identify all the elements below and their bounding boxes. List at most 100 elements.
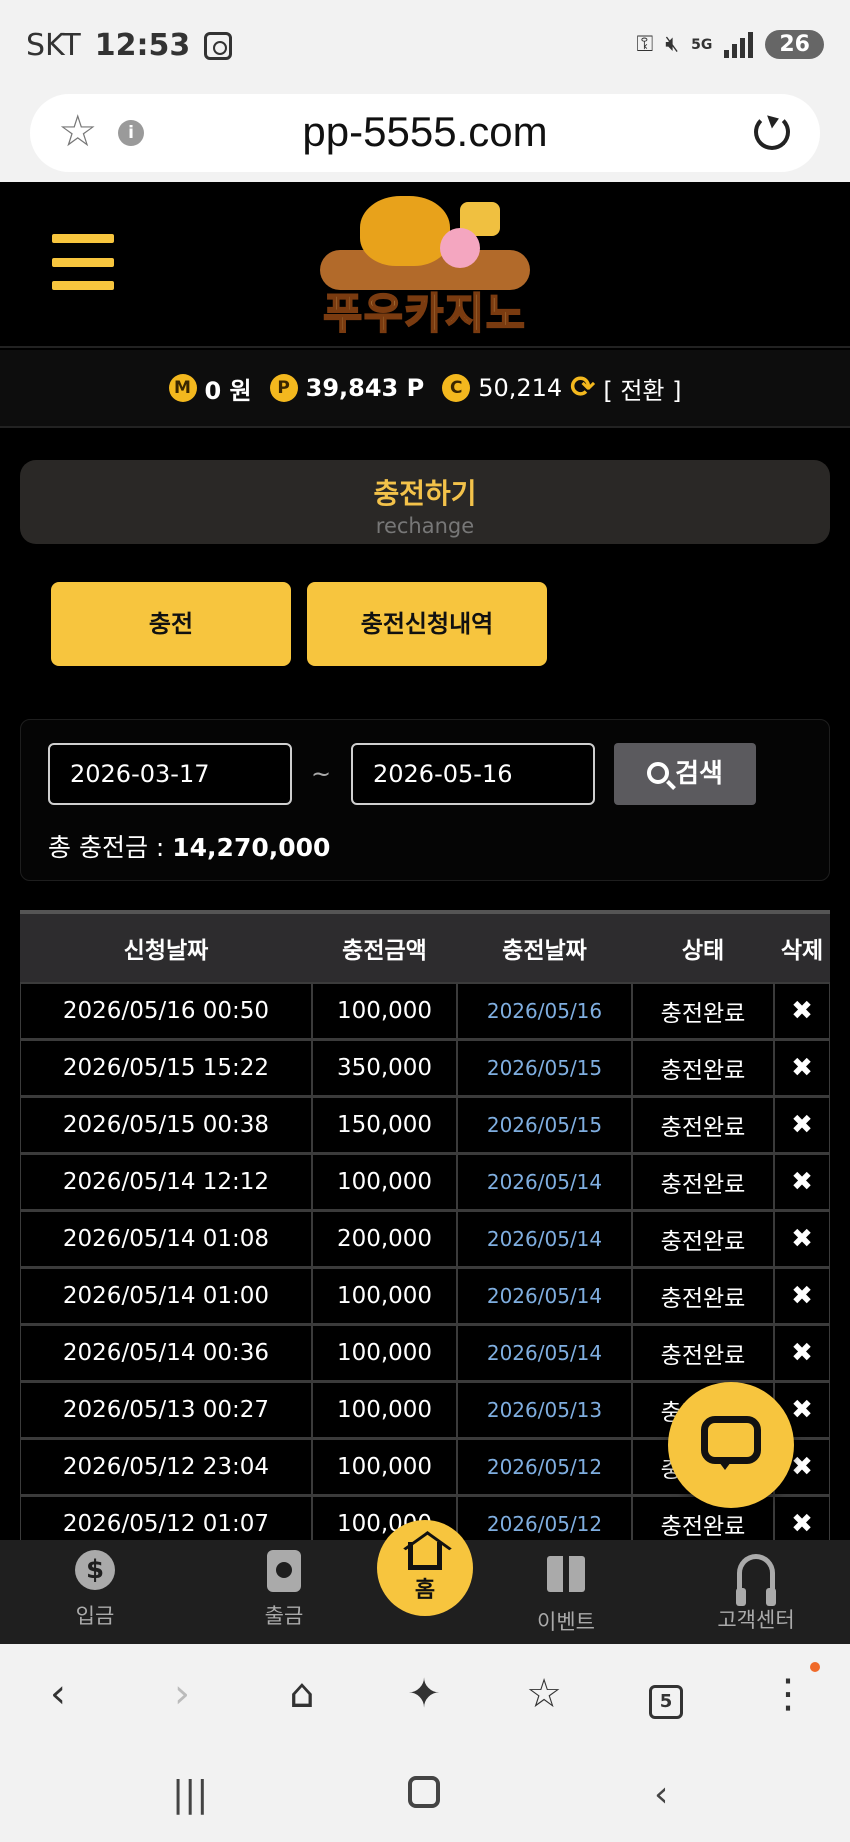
dollar-icon: $: [75, 1550, 115, 1590]
cell-amount: 350,000: [312, 1039, 457, 1096]
signal-icon: [724, 31, 754, 58]
delete-icon[interactable]: ✖: [774, 1153, 830, 1210]
system-home-icon[interactable]: [408, 1776, 440, 1808]
status-bar: SKT 12:53 ⚿ 🔇︎ 5G 26: [0, 0, 850, 94]
cell-request-date: 2026/05/16 00:50: [20, 982, 312, 1039]
status-left: SKT 12:53: [26, 28, 233, 63]
cell-request-date: 2026/05/14 00:36: [20, 1324, 312, 1381]
swap-icon[interactable]: ⟳: [570, 373, 595, 403]
table-row: 2026/05/14 12:12 100,000 2026/05/14 충전완료 ✖: [20, 1153, 830, 1210]
nav-deposit-label: 입금: [75, 1604, 115, 1628]
table-row: 2026/05/15 00:38 150,000 2026/05/15 충전완료 ✖: [20, 1096, 830, 1153]
reload-icon[interactable]: [754, 114, 790, 150]
address-bar[interactable]: ☆ i pp-5555.com: [30, 94, 820, 172]
system-back-icon[interactable]: ‹: [654, 1774, 668, 1815]
headset-icon: [736, 1554, 776, 1606]
cell-status: 충전완료: [632, 1324, 774, 1381]
notification-dot: [810, 1662, 820, 1672]
chat-bubble-icon: [701, 1416, 761, 1464]
start-date-input[interactable]: 2026-03-17: [48, 743, 292, 805]
gift-icon: [547, 1556, 585, 1592]
delete-icon[interactable]: ✖: [774, 1267, 830, 1324]
cell-charge-date: 2026/05/15: [457, 1096, 632, 1153]
point-value: 39,843 P: [305, 374, 425, 402]
cell-status: 충전완료: [632, 1153, 774, 1210]
sparkle-icon[interactable]: ✦: [394, 1674, 454, 1714]
cell-request-date: 2026/05/14 12:12: [20, 1153, 312, 1210]
total-charge-label: 총 충전금 :: [48, 833, 173, 862]
carrier-label: SKT: [26, 28, 81, 63]
page-subtitle: rechange: [375, 514, 475, 538]
delete-icon[interactable]: ✖: [774, 1210, 830, 1267]
cell-charge-date: 2026/05/12: [457, 1495, 632, 1540]
cell-amount: 100,000: [312, 1267, 457, 1324]
key-icon: ⚿: [636, 32, 654, 57]
cell-charge-date: 2026/05/14: [457, 1267, 632, 1324]
nav-home[interactable]: 홈: [377, 1520, 473, 1616]
table-row: 2026/05/16 00:50 100,000 2026/05/16 충전완료 ✖: [20, 982, 830, 1039]
balance-bar: M 0 원 P 39,843 P C 50,214 ⟳ [ 전환 ]: [0, 350, 850, 428]
money-balance: M 0 원: [168, 371, 252, 406]
end-date-input[interactable]: 2026-05-16: [351, 743, 595, 805]
cell-request-date: 2026/05/14 01:00: [20, 1267, 312, 1324]
cell-charge-date: 2026/05/16: [457, 982, 632, 1039]
nav-event[interactable]: 이벤트: [506, 1550, 626, 1636]
delete-icon[interactable]: ✖: [774, 1495, 830, 1540]
chat-bubble-tail: [716, 1458, 734, 1479]
nav-deposit[interactable]: $ 입금: [35, 1550, 155, 1630]
total-charge: 총 충전금 : 14,270,000: [48, 828, 330, 864]
search-button[interactable]: 검색: [614, 743, 756, 805]
header-amount: 충전금액: [312, 910, 457, 982]
cell-amount: 100,000: [312, 1324, 457, 1381]
tabs-icon[interactable]: 5: [636, 1674, 696, 1719]
casino-coin-icon: C: [442, 374, 471, 402]
url-text[interactable]: pp-5555.com: [30, 108, 820, 156]
header-charge-date: 충전날짜: [457, 910, 632, 982]
status-right: ⚿ 🔇︎ 5G 26: [637, 30, 824, 59]
menu-hamburger-icon[interactable]: [52, 234, 114, 290]
table-row: 2026/05/15 15:22 350,000 2026/05/15 충전완료 ✖: [20, 1039, 830, 1096]
cell-charge-date: 2026/05/14: [457, 1210, 632, 1267]
cell-charge-date: 2026/05/14: [457, 1324, 632, 1381]
delete-icon[interactable]: ✖: [774, 1039, 830, 1096]
page-title: 충전하기: [373, 477, 477, 510]
tab-charge-history[interactable]: 충전신청내역: [307, 582, 547, 666]
delete-icon[interactable]: ✖: [774, 982, 830, 1039]
cell-request-date: 2026/05/14 01:08: [20, 1210, 312, 1267]
tab-count: 5: [649, 1685, 683, 1719]
forward-icon[interactable]: ›: [152, 1674, 212, 1714]
tab-charge[interactable]: 충전: [51, 582, 291, 666]
nav-withdraw[interactable]: 출금: [224, 1550, 344, 1630]
bookmarks-star-icon[interactable]: ☆: [514, 1674, 574, 1714]
back-icon[interactable]: ‹: [28, 1674, 88, 1714]
total-charge-value: 14,270,000: [172, 833, 331, 862]
delete-icon[interactable]: ✖: [774, 1096, 830, 1153]
date-search-panel: 2026-03-17 ~ 2026-05-16 검색 총 충전금 : 14,27…: [20, 719, 830, 881]
cell-charge-date: 2026/05/13: [457, 1381, 632, 1438]
cell-request-date: 2026/05/15 15:22: [20, 1039, 312, 1096]
header-request-date: 신청날짜: [20, 910, 312, 982]
screen-record-icon: [204, 31, 233, 60]
table-row: 2026/05/14 00:36 100,000 2026/05/14 충전완료 ✖: [20, 1324, 830, 1381]
cell-amount: 100,000: [312, 982, 457, 1039]
money-coin-icon: M: [168, 374, 197, 402]
money-value: 0 원: [204, 376, 252, 405]
delete-icon[interactable]: ✖: [774, 1324, 830, 1381]
casino-value: 50,214: [478, 374, 563, 402]
browser-toolbar: ☆ i pp-5555.com: [0, 94, 850, 182]
site-logo[interactable]: 푸우카지노: [300, 188, 550, 339]
recent-apps-icon[interactable]: |||: [172, 1774, 208, 1815]
convert-button[interactable]: [ 전환 ]: [603, 371, 681, 406]
battery-indicator: 26: [765, 30, 824, 59]
safe-icon: [267, 1550, 301, 1592]
header-delete: 삭제: [774, 910, 830, 982]
page-title-box: 충전하기 rechange: [20, 460, 830, 544]
browser-home-icon[interactable]: ⌂: [272, 1674, 332, 1714]
home-icon: [408, 1542, 442, 1570]
table-row: 2026/05/14 01:08 200,000 2026/05/14 충전완료 ✖: [20, 1210, 830, 1267]
more-menu-icon[interactable]: ⋮: [758, 1674, 818, 1714]
cell-charge-date: 2026/05/14: [457, 1153, 632, 1210]
nav-support[interactable]: 고객센터: [696, 1550, 816, 1634]
table-row: 2026/05/14 01:00 100,000 2026/05/14 충전완료 ✖: [20, 1267, 830, 1324]
chat-button[interactable]: [668, 1382, 794, 1508]
